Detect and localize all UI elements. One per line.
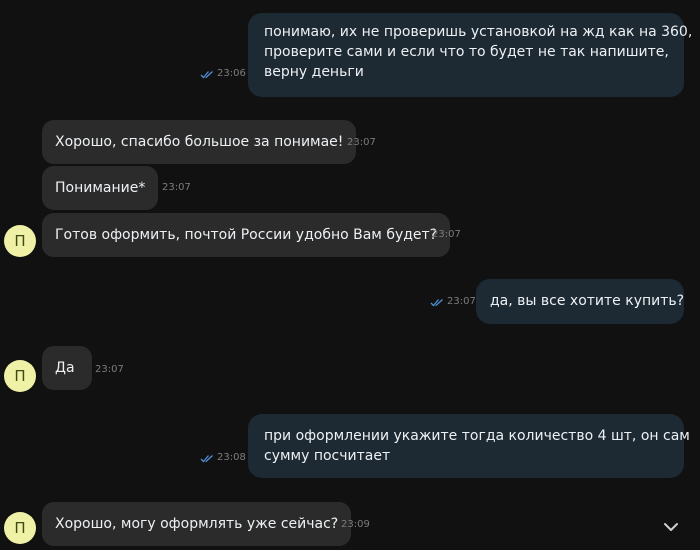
message-text: да, вы все хотите купить?	[490, 293, 685, 309]
message-text-line: сумму посчитает	[264, 448, 391, 464]
message-bubble-incoming[interactable]: Готов оформить, почтой России удобно Вам…	[42, 213, 451, 257]
message-time: 23:07	[95, 364, 124, 375]
message-time: 23:09	[341, 519, 370, 530]
message-bubble-outgoing[interactable]: при оформлении укажите тогда количество …	[248, 414, 690, 478]
message-meta: 23:07	[430, 296, 476, 308]
contact-avatar[interactable]: П	[4, 225, 36, 257]
contact-avatar[interactable]: П	[4, 512, 36, 544]
message-text: Готов оформить, почтой России удобно Вам…	[55, 227, 438, 243]
message-bubble-outgoing[interactable]: понимаю, их не проверишь установкой на ж…	[248, 13, 693, 97]
double-check-icon	[430, 298, 443, 306]
message-text: Хорошо, спасибо большое за понимае!	[55, 134, 344, 150]
contact-avatar[interactable]: П	[4, 360, 36, 392]
chat-view: 23:06 понимаю, их не проверишь установко…	[0, 0, 700, 550]
message-time: 23:08	[217, 452, 246, 463]
scroll-to-bottom-button[interactable]	[658, 514, 684, 540]
message-time: 23:07	[162, 182, 191, 193]
message-bubble-outgoing[interactable]: да, вы все хотите купить?	[476, 279, 684, 324]
message-text: Понимание*	[55, 180, 146, 196]
message-time: 23:06	[217, 68, 246, 79]
double-check-icon	[200, 70, 213, 78]
message-text: Хорошо, могу оформлять уже сейчас?	[55, 516, 339, 532]
message-bubble-incoming[interactable]: Да	[42, 346, 92, 390]
chevron-down-icon	[664, 523, 678, 531]
message-bubble-incoming[interactable]: Понимание*	[42, 166, 159, 210]
message-text-line: понимаю, их не проверишь установкой на ж…	[264, 24, 693, 40]
message-bubble-incoming[interactable]: Хорошо, спасибо большое за понимае!	[42, 120, 357, 164]
message-text-line: при оформлении укажите тогда количество …	[264, 428, 690, 444]
double-check-icon	[200, 454, 213, 462]
message-meta: 23:08	[200, 452, 246, 464]
message-bubble-incoming[interactable]: Хорошо, могу оформлять уже сейчас?	[42, 502, 352, 546]
message-time: 23:07	[447, 296, 476, 307]
message-meta: 23:06	[200, 68, 246, 80]
message-time: 23:07	[347, 137, 376, 148]
message-text: Да	[55, 360, 75, 376]
message-text-line: верну деньги	[264, 64, 364, 80]
message-time: 23:07	[432, 229, 461, 240]
message-text-line: проверите сами и если что то будет не та…	[264, 44, 669, 60]
